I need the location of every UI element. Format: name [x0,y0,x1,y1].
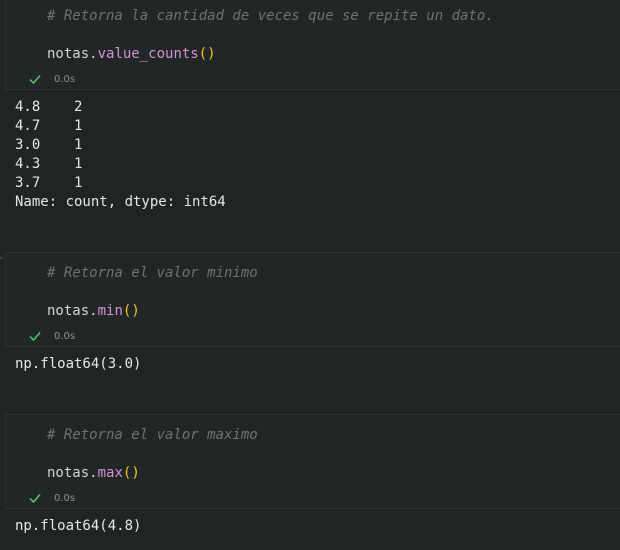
output-line: Name: count, dtype: int64 [15,194,226,210]
execution-time: 0.0s [54,492,76,504]
code-parens: () [122,465,140,481]
output-line: np.float64(3.0) [15,356,142,372]
code-cell-min[interactable]: # Retorna el valor minimo notas.min() 0.… [5,252,620,347]
code-statement[interactable]: notas.value_counts() [47,45,216,63]
check-icon [29,332,41,342]
output-line: 4.3 1 [15,156,83,172]
code-cell-max[interactable]: # Retorna el valor maximo notas.max() 0.… [5,414,620,509]
execution-status: 0.0s [28,328,75,344]
execution-status: 0.0s [28,71,75,87]
execution-time: 0.0s [54,73,76,85]
code-variable: notas [47,46,90,62]
code-dot: . [89,303,98,319]
code-statement[interactable]: notas.max() [47,464,140,482]
output-line: 4.7 1 [15,118,83,134]
notebook-page: # Retorna la cantidad de veces que se re… [0,0,620,550]
code-dot: . [89,465,98,481]
code-comment: # Retorna el valor maximo [47,427,258,443]
check-icon [29,75,41,85]
code-dot: . [89,46,98,62]
code-variable: notas [47,465,90,481]
code-statement[interactable]: notas.min() [47,302,140,320]
code-parens: () [122,303,140,319]
code-comment: # Retorna la cantidad de veces que se re… [47,8,494,24]
execution-time: 0.0s [54,330,76,342]
code-method: max [97,465,123,481]
code-comment: # Retorna el valor minimo [47,265,258,281]
code-cell-value-counts[interactable]: # Retorna la cantidad de veces que se re… [5,0,620,90]
output-line: 4.8 2 [15,99,83,115]
output-line: 3.0 1 [15,137,83,153]
code-method: min [97,303,123,319]
code-parens: () [198,46,216,62]
code-variable: notas [47,303,90,319]
output-line: np.float64(4.8) [15,518,142,534]
check-icon [29,494,41,504]
collapse-marker-icon [0,256,4,260]
output-line: 3.7 1 [15,175,83,191]
code-method: value_counts [97,46,199,62]
execution-status: 0.0s [28,490,75,506]
